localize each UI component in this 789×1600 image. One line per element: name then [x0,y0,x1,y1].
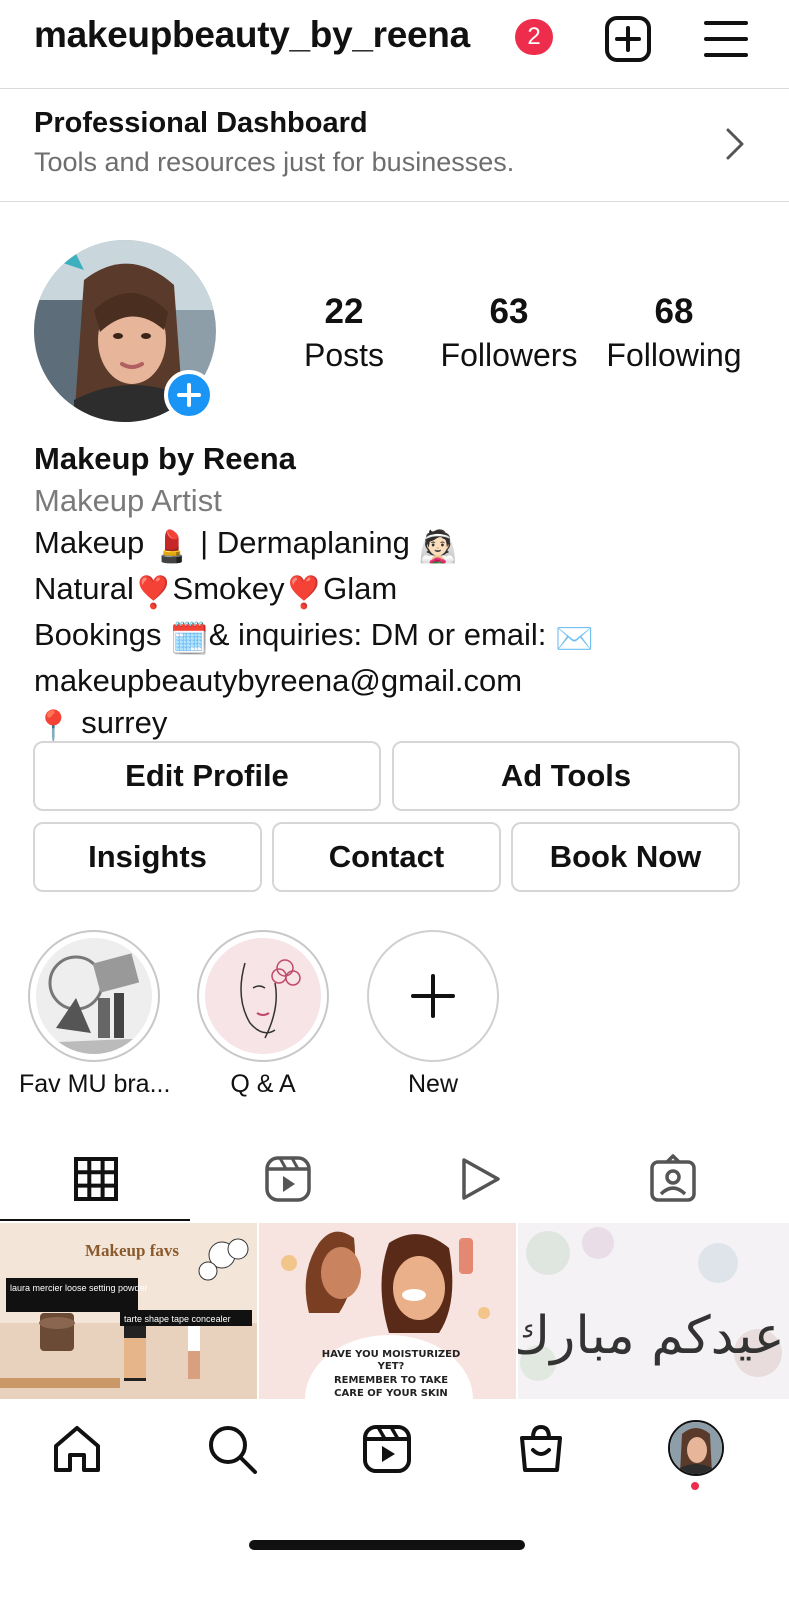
exclamation-emoji: ❣️ [284,575,324,610]
account-username[interactable]: makeupbeauty_by_reena [34,14,470,56]
location-text: surrey [81,705,168,740]
stat-posts[interactable]: 22 Posts [264,290,424,376]
tagged-icon[interactable] [643,1150,703,1210]
profile-tab-avatar[interactable] [668,1420,724,1476]
exclamation-emoji: ❣️ [133,575,173,610]
insights-button[interactable]: Insights [33,822,262,892]
bio-line-services: Makeup 💄 | Dermaplaning 👰🏻 [34,522,774,568]
home-icon[interactable] [50,1422,104,1476]
bio-text: Makeup [34,525,145,560]
post-tag: tarte shape tape concealer [124,1314,231,1324]
post-text: REMEMBER TO TAKE [334,1375,448,1386]
stat-label: Following [606,337,742,373]
top-bar: makeupbeauty_by_reena 2 [0,0,789,88]
book-now-button[interactable]: Book Now [511,822,740,892]
calendar-emoji: 🗓️ [170,621,209,656]
plus-square-icon[interactable] [603,14,655,66]
reels-icon[interactable] [360,1422,414,1476]
plus-icon [411,974,455,1018]
stat-label: Posts [303,337,385,373]
menu-icon[interactable] [704,14,756,66]
bio-email-link[interactable]: makeupbeautybyreena@gmail.com [34,660,774,702]
bio-text: Bookings [34,617,162,652]
dashboard-subtitle: Tools and resources just for businesses. [34,147,515,177]
ad-tools-button[interactable]: Ad Tools [392,741,740,811]
highlight-label: Q & A [230,1070,296,1098]
post-thumbnail[interactable]: HAVE YOU MOISTURIZED YET? REMEMBER TO TA… [259,1223,516,1399]
stat-following[interactable]: 68 Following [594,290,754,376]
bio-text: Smokey [172,571,285,606]
highlight-qa[interactable]: Q & A [188,930,338,1099]
highlight-new[interactable]: New [358,930,508,1099]
bio-text: & inquiries: DM or email: [208,617,547,652]
stat-value: 63 [489,292,529,331]
highlight-label: Fav MU bra... [19,1070,171,1098]
profile-notification-dot [691,1482,699,1490]
contact-button[interactable]: Contact [272,822,501,892]
stat-followers[interactable]: 63 Followers [429,290,589,376]
active-tab-indicator [0,1219,190,1221]
notification-badge[interactable]: 2 [515,19,553,55]
post-title: Makeup favs [85,1241,179,1260]
edit-profile-button[interactable]: Edit Profile [33,741,381,811]
post-tag: laura mercier loose setting powder [10,1283,148,1293]
highlight-ring [28,930,160,1062]
post-text: CARE OF YOUR SKIN [334,1388,448,1399]
bio-text: Natural [34,571,134,606]
home-indicator[interactable] [249,1540,525,1550]
shop-icon[interactable] [514,1422,568,1476]
post-text: YET? [377,1361,405,1372]
display-name: Makeup by Reena [34,441,296,476]
highlight-fav-mu[interactable]: Fav MU bra... [19,930,171,1099]
chevron-right-icon [726,128,744,160]
stat-value: 68 [654,292,694,331]
professional-dashboard[interactable]: Professional Dashboard Tools and resourc… [0,89,789,204]
bio-line-bookings: Bookings 🗓️& inquiries: DM or email: ✉️ [34,614,774,660]
profile-avatar-wrap[interactable] [34,240,216,422]
highlight-cover [36,938,152,1054]
lipstick-emoji: 💄 [152,529,192,564]
envelope-emoji: ✉️ [555,621,594,656]
reels-icon[interactable] [258,1150,318,1210]
bride-emoji: 👰🏻 [418,529,458,564]
highlight-cover [205,938,321,1054]
video-play-icon[interactable] [450,1150,510,1210]
post-thumbnail[interactable]: عيدكم مبارك [518,1223,789,1399]
profile-category: Makeup Artist [34,483,222,518]
highlight-ring [197,930,329,1062]
post-thumbnail[interactable]: Makeup favs laura mercier loose setting … [0,1223,257,1399]
bio-line-styles: Natural❣️Smokey❣️Glam [34,568,774,614]
dashboard-divider [0,201,789,202]
highlight-label: New [407,1070,458,1098]
grid-icon[interactable] [66,1150,126,1210]
stat-label: Followers [440,337,578,373]
bio-text: | Dermaplaning [200,525,410,560]
plus-icon [177,383,201,407]
dashboard-title: Professional Dashboard [34,107,368,139]
stat-value: 22 [324,292,364,331]
post-text: عيدكم مبارك [518,1306,785,1366]
add-story-button[interactable] [164,370,214,420]
post-text: HAVE YOU MOISTURIZED [322,1349,461,1360]
profile-bio: Makeup by Reena Makeup Artist Makeup 💄 |… [34,438,774,748]
bio-text: Glam [323,571,398,606]
search-icon[interactable] [205,1422,259,1476]
highlight-ring [367,930,499,1062]
